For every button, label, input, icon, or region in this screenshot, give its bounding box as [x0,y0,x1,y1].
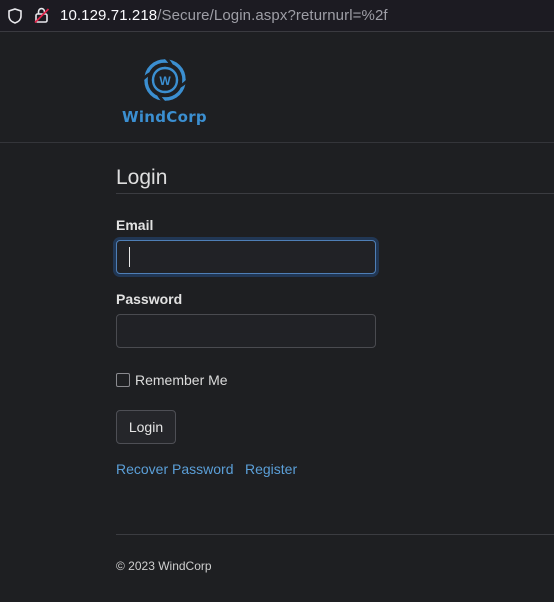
register-link[interactable]: Register [245,461,297,477]
url-host: 10.129.71.218 [60,7,158,24]
remember-me-label[interactable]: Remember Me [135,372,228,388]
password-field[interactable] [116,314,376,348]
title-divider [116,193,554,194]
recover-password-link[interactable]: Recover Password [116,461,234,477]
logo-text[interactable]: WindCorp [122,108,207,126]
url-text[interactable]: 10.129.71.218/Secure/Login.aspx?returnur… [60,7,388,24]
password-label: Password [116,291,183,307]
email-label: Email [116,217,154,233]
login-button[interactable]: Login [116,410,176,444]
address-bar[interactable]: 10.129.71.218/Secure/Login.aspx?returnur… [0,0,554,32]
shield-icon[interactable] [8,8,22,24]
footer-copyright: © 2023 WindCorp [116,559,212,573]
insecure-lock-icon[interactable] [34,7,50,24]
email-field[interactable] [116,240,376,274]
page-title: Login [116,166,168,189]
url-path: /Secure/Login.aspx?returnurl=%2f [157,7,388,24]
footer-divider [116,534,554,535]
site-header [0,33,554,143]
remember-me-checkbox[interactable] [116,373,130,387]
logo-letter: W [159,74,171,88]
text-caret [129,247,130,267]
windcorp-logo-icon[interactable]: W [140,55,190,105]
